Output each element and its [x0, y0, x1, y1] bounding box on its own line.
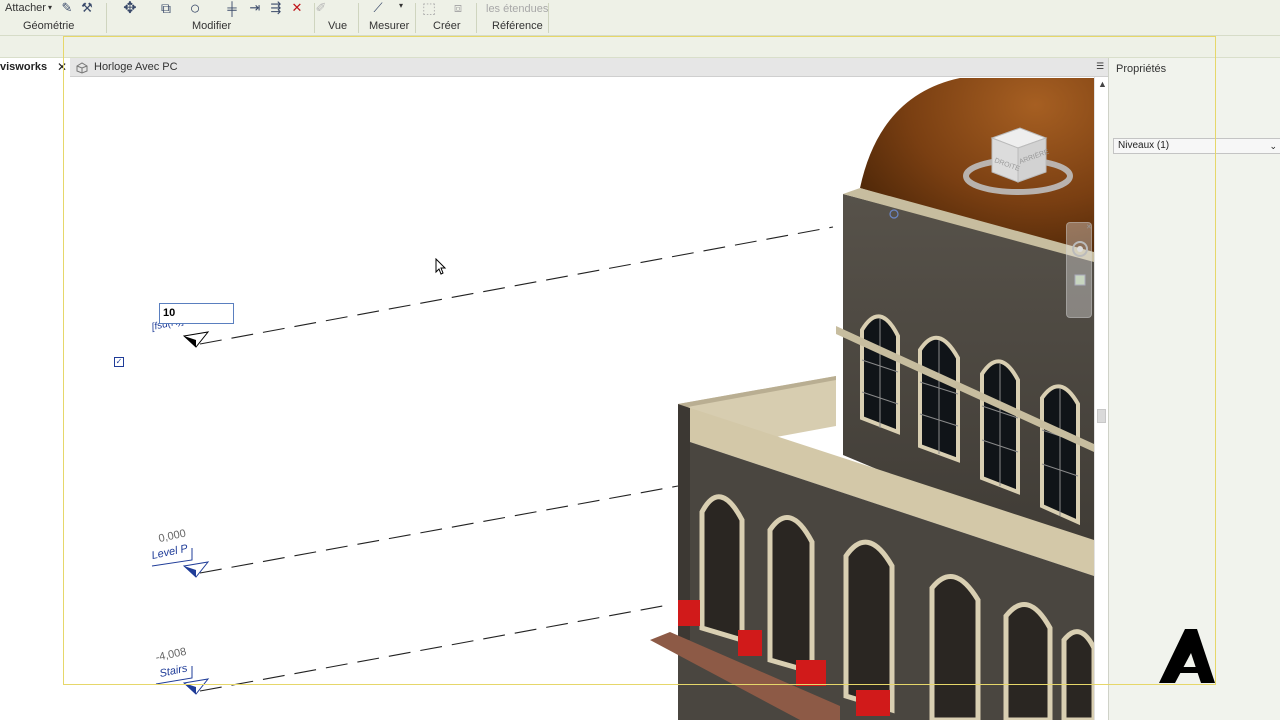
- arch: [699, 494, 745, 644]
- level-head-top[interactable]: [182, 331, 210, 348]
- autodesk-logo-icon: [1159, 629, 1215, 683]
- mouse-cursor-icon: [435, 258, 447, 275]
- type-selector-dropdown[interactable]: Niveaux (1) ⌄: [1113, 138, 1280, 154]
- hide-bubble-checkbox[interactable]: ✓: [114, 357, 124, 367]
- arch: [929, 574, 981, 720]
- tab-menu-icon[interactable]: ☰: [1096, 61, 1104, 72]
- properties-title: Propriétés: [1116, 63, 1167, 75]
- red-base: [678, 600, 700, 626]
- navigation-bar: ✕: [1066, 222, 1092, 318]
- arch: [767, 515, 815, 676]
- window-arch: [980, 359, 1020, 495]
- red-base: [738, 630, 762, 656]
- red-base: [856, 690, 890, 716]
- steering-wheel-icon[interactable]: [1068, 237, 1092, 261]
- properties-panel: Propriétés Niveaux (1) ⌄: [1108, 58, 1280, 720]
- zoom-icon[interactable]: [1068, 271, 1092, 291]
- arch: [1003, 602, 1053, 720]
- 3d-viewport[interactable]: [0, 0, 1094, 720]
- red-base: [796, 660, 826, 686]
- window-arch: [860, 314, 900, 435]
- type-selector-value: Niveaux (1): [1118, 140, 1170, 151]
- level-line-level-p: [199, 485, 679, 574]
- scrollbar-thumb[interactable]: [1097, 409, 1106, 423]
- level-line-top: [199, 226, 834, 345]
- viewport-scrollbar[interactable]: ▲: [1094, 77, 1108, 720]
- viewcube[interactable]: DROITE ARRIÈRE: [962, 122, 1078, 202]
- level-line-stairs: [199, 604, 669, 692]
- window-arch: [918, 336, 960, 463]
- arch: [1061, 629, 1094, 720]
- arch: [843, 539, 895, 714]
- scroll-up-arrow-icon[interactable]: ▲: [1098, 79, 1107, 89]
- navigation-bar-close[interactable]: ✕: [1086, 223, 1092, 231]
- chevron-down-icon: ⌄: [1269, 141, 1277, 151]
- level-elevation-edit-field[interactable]: 10: [159, 303, 234, 324]
- window-arch: [1040, 384, 1080, 526]
